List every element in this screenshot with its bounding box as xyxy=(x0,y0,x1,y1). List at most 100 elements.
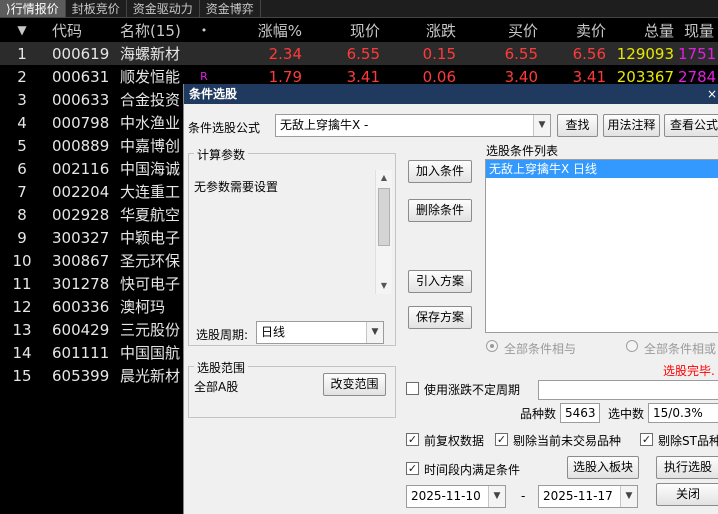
cell-index: 10 xyxy=(12,251,32,270)
cell-index: 9 xyxy=(17,228,27,247)
exclude-untraded-checkbox[interactable]: ✓ xyxy=(495,433,508,446)
cell-name: 快可电子 xyxy=(120,275,181,293)
delete-condition-button[interactable]: 删除条件 xyxy=(408,199,472,222)
cell-code: 605399 xyxy=(52,366,110,385)
date-separator: - xyxy=(521,489,526,503)
cell-code: 301278 xyxy=(52,274,110,293)
cell-flag: R xyxy=(200,70,208,83)
cell-code: 000889 xyxy=(52,136,110,155)
cell-volume: 129093 xyxy=(616,44,674,63)
radio-or[interactable] xyxy=(626,340,638,352)
period-combo[interactable]: 日线 ▼ xyxy=(256,321,384,344)
view-formula-button[interactable]: 查看公式 xyxy=(664,114,718,137)
tab-quotes[interactable]: ⟩行情报价 xyxy=(0,0,66,17)
import-plan-button[interactable]: 引入方案 xyxy=(408,270,472,293)
date-end-combo[interactable]: 2025-11-17 ▼ xyxy=(538,485,638,508)
col-current[interactable]: 现量 xyxy=(678,20,718,41)
radio-and[interactable] xyxy=(486,340,498,352)
formula-label: 条件选股公式 xyxy=(188,121,261,135)
period-value: 日线 xyxy=(261,325,286,339)
close-icon[interactable]: × xyxy=(707,84,717,104)
tab-bar: ⟩行情报价 封板竞价 资金驱动力 资金博弈 xyxy=(0,0,718,18)
cell-index: 7 xyxy=(17,182,27,201)
col-change-pct[interactable]: 涨幅% xyxy=(216,20,306,41)
add-condition-button[interactable]: 加入条件 xyxy=(408,160,472,183)
col-volume[interactable]: 总量 xyxy=(610,20,678,41)
cell-code: 000633 xyxy=(52,90,110,109)
change-range-button[interactable]: 改变范围 xyxy=(323,373,386,396)
count-label: 品种数 xyxy=(520,407,557,421)
date-start-combo[interactable]: 2025-11-10 ▼ xyxy=(406,485,506,508)
exclude-st-label: 剔除ST品种 xyxy=(658,434,718,448)
col-bid[interactable]: 买价 xyxy=(460,20,542,41)
scroll-thumb[interactable] xyxy=(378,188,390,246)
table-row[interactable]: 1 000619 海螺新材 2.34 6.55 0.15 6.55 6.56 129093 175… xyxy=(0,42,718,65)
cell-bid: 6.55 xyxy=(504,44,538,63)
use-period-label: 使用涨跌不定周期 xyxy=(424,383,521,397)
cell-price: 6.55 xyxy=(346,44,380,63)
cell-index: 5 xyxy=(17,136,27,155)
tab-fund-driver[interactable]: 资金驱动力 xyxy=(127,0,200,17)
search-button[interactable]: 查找 xyxy=(557,114,598,137)
tab-auction[interactable]: 封板竞价 xyxy=(66,0,127,17)
cell-name: 晨光新材 xyxy=(120,367,181,385)
prev-adj-checkbox[interactable]: ✓ xyxy=(406,433,419,446)
formula-combo[interactable]: 无敌上穿擒牛X - ▼ xyxy=(275,114,551,137)
dialog-title: 条件选股 xyxy=(189,87,238,101)
cell-code: 000631 xyxy=(52,67,110,86)
status-text: 选股完毕. xyxy=(663,364,715,378)
cell-change-pct: 2.34 xyxy=(268,44,302,63)
period-input[interactable] xyxy=(538,380,718,400)
col-price[interactable]: 现价 xyxy=(306,20,384,41)
cell-change: 0.06 xyxy=(422,67,456,86)
cell-code: 000798 xyxy=(52,113,110,132)
scroll-up-icon[interactable]: ▲ xyxy=(376,170,392,186)
close-button[interactable]: 关闭 xyxy=(656,483,718,506)
chevron-down-icon[interactable]: ▼ xyxy=(620,486,637,507)
run-select-button[interactable]: 执行选股 xyxy=(656,456,718,479)
cell-ask: 3.41 xyxy=(572,67,606,86)
formula-value: 无敌上穿擒牛X - xyxy=(280,118,369,132)
chevron-down-icon[interactable]: ▼ xyxy=(488,486,505,507)
sort-arrow-icon[interactable]: ▼ xyxy=(0,23,44,37)
exclude-st-checkbox[interactable]: ✓ xyxy=(640,433,653,446)
cell-code: 002928 xyxy=(52,205,110,224)
add-to-block-button[interactable]: 选股入板块 xyxy=(567,456,639,479)
usage-button[interactable]: 用法注释 xyxy=(603,114,660,137)
selected-label: 选中数 xyxy=(608,407,645,421)
dialog-titlebar[interactable]: 条件选股 × xyxy=(184,84,718,104)
save-plan-button[interactable]: 保存方案 xyxy=(408,306,472,329)
count-value: 5463 xyxy=(560,403,600,423)
exclude-untraded-label: 剔除当前未交易品种 xyxy=(513,434,622,448)
cell-name: 中嘉博创 xyxy=(120,137,181,155)
date-start-value: 2025-11-10 xyxy=(411,489,481,503)
condition-list[interactable]: 无敌上穿擒牛X 日线 xyxy=(485,159,718,333)
col-ask[interactable]: 卖价 xyxy=(542,20,610,41)
use-period-checkbox[interactable] xyxy=(406,382,419,395)
time-range-checkbox[interactable]: ✓ xyxy=(406,462,419,475)
range-value: 全部A股 xyxy=(194,380,239,394)
cell-index: 1 xyxy=(17,44,27,63)
tab-fund-game[interactable]: 资金博弈 xyxy=(200,0,261,17)
col-name[interactable]: 名称(15) xyxy=(116,20,192,41)
cell-code: 300867 xyxy=(52,251,110,270)
cell-index: 14 xyxy=(12,343,32,362)
cell-ask: 6.56 xyxy=(572,44,606,63)
params-scrollbar[interactable]: ▲ ▼ xyxy=(375,170,392,294)
chevron-down-icon[interactable]: ▼ xyxy=(533,115,550,136)
cell-code: 000619 xyxy=(52,44,110,63)
condition-list-item[interactable]: 无敌上穿擒牛X 日线 xyxy=(486,160,718,178)
cell-index: 3 xyxy=(17,90,27,109)
cell-code: 300327 xyxy=(52,228,110,247)
scroll-down-icon[interactable]: ▼ xyxy=(376,278,392,294)
chevron-down-icon[interactable]: ▼ xyxy=(366,322,383,343)
condition-select-dialog: 条件选股 × 条件选股公式 无敌上穿擒牛X - ▼ 查找 用法注释 查看公式 计… xyxy=(183,84,718,514)
col-dot: • xyxy=(200,23,208,37)
cell-name: 华夏航空 xyxy=(120,206,181,224)
tab-quotes-label: 行情报价 xyxy=(10,2,59,16)
radio-and-label: 全部条件相与 xyxy=(504,342,577,356)
cell-index: 13 xyxy=(12,320,32,339)
col-code[interactable]: 代码 xyxy=(44,20,116,41)
cell-index: 2 xyxy=(17,67,27,86)
col-change[interactable]: 涨跌 xyxy=(384,20,460,41)
